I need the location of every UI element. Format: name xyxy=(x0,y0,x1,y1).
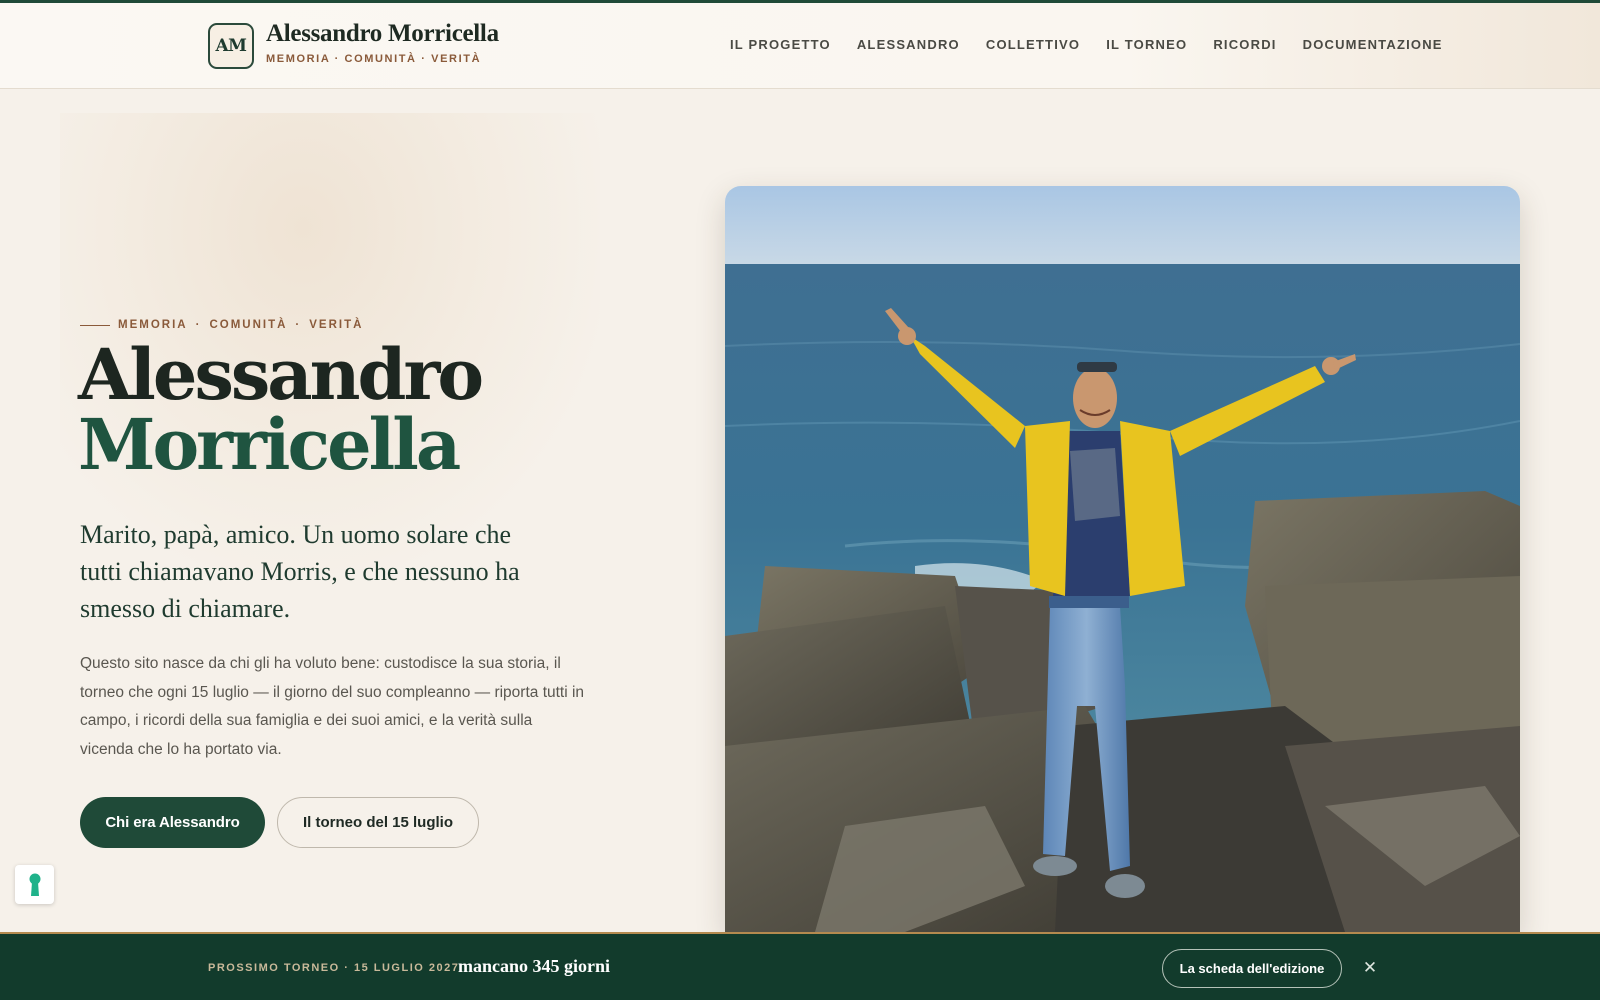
next-tournament-label: PROSSIMO TORNEO · 15 LUGLIO 2027 xyxy=(208,962,460,974)
nav-item-ricordi[interactable]: RICORDI xyxy=(1213,37,1276,52)
tournament-countdown-bar: PROSSIMO TORNEO · 15 LUGLIO 2027 mancano… xyxy=(0,932,1600,1000)
hero-title-last-name: Morricella xyxy=(78,403,461,486)
hero-lead: Marito, papà, amico. Un uomo solare che … xyxy=(80,520,520,623)
hero-eyebrow: MEMORIA · COMUNITÀ · VERITÀ xyxy=(80,319,363,331)
brand-name[interactable]: Alessandro Morricella xyxy=(266,20,499,48)
keyhole-icon xyxy=(29,873,40,896)
site-header: AM Alessandro Morricella MEMORIA · COMUN… xyxy=(0,3,1600,89)
eyebrow-separator: · xyxy=(195,319,202,331)
close-icon[interactable]: ✕ xyxy=(1360,956,1380,980)
nav-item-collettivo[interactable]: COLLETTIVO xyxy=(986,37,1080,52)
eyebrow-word: MEMORIA xyxy=(118,319,188,331)
hero-title-first-name: Alessandro xyxy=(78,333,484,416)
eyebrow-word: COMUNITÀ xyxy=(209,319,288,331)
photo-sky xyxy=(725,186,1520,266)
countdown-text: mancano 345 giorni xyxy=(458,956,611,976)
tournament-button[interactable]: Il torneo del 15 luglio xyxy=(277,797,479,848)
who-was-alessandro-button[interactable]: Chi era Alessandro xyxy=(80,797,265,848)
hero-description: Questo sito nasce da chi gli ha voluto b… xyxy=(80,655,585,758)
logo-badge[interactable]: AM xyxy=(208,23,254,69)
nav-item-documentazione[interactable]: DOCUMENTAZIONE xyxy=(1303,37,1443,52)
privacy-settings-button[interactable] xyxy=(15,865,54,904)
eyebrow-separator: · xyxy=(295,319,302,331)
eyebrow-word: VERITÀ xyxy=(309,319,364,331)
main-nav: IL PROGETTO ALESSANDRO COLLETTIVO IL TOR… xyxy=(730,37,1469,52)
nav-item-il-progetto[interactable]: IL PROGETTO xyxy=(730,37,831,52)
edition-details-button[interactable]: La scheda dell'edizione xyxy=(1162,949,1342,988)
logo-initials: AM xyxy=(215,36,247,56)
hero-photo xyxy=(725,186,1520,932)
nav-item-alessandro[interactable]: ALESSANDRO xyxy=(857,37,960,52)
brand-tagline: MEMORIA · COMUNITÀ · VERITÀ xyxy=(266,53,482,65)
eyebrow-rule xyxy=(80,324,110,326)
nav-item-il-torneo[interactable]: IL TORNEO xyxy=(1106,37,1187,52)
